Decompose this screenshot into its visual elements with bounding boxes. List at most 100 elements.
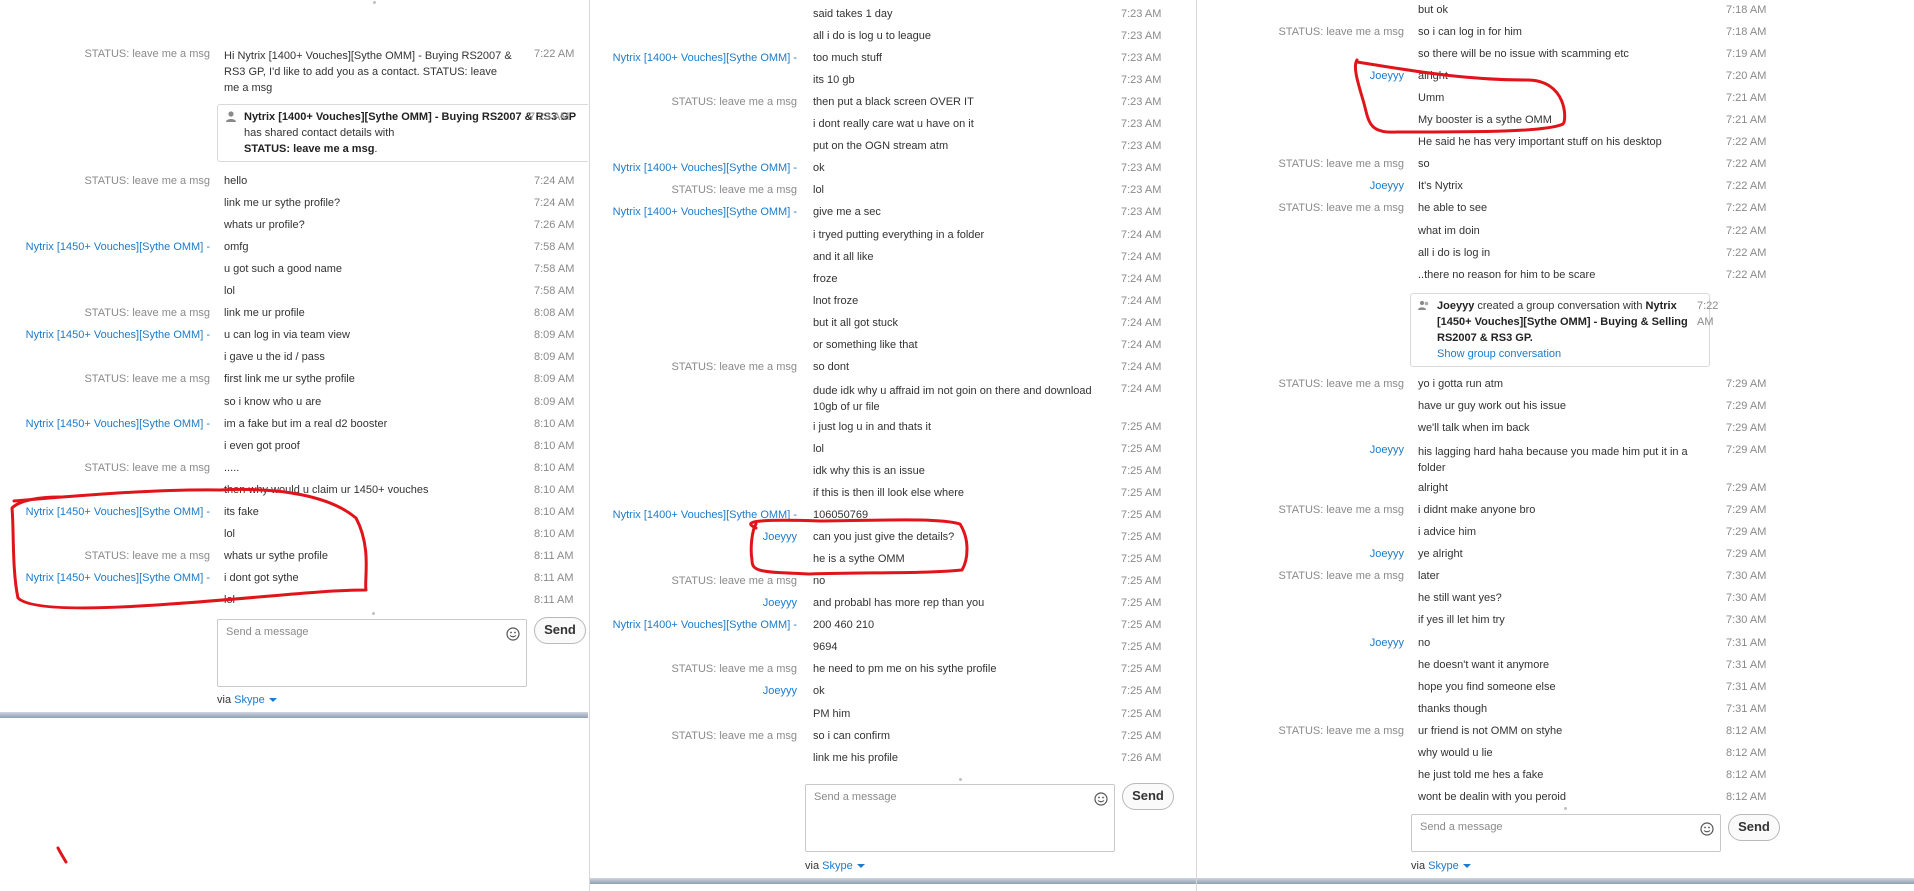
message-time: 7:22 AM [1726,158,1767,171]
message-text: so i know who u are [224,395,322,408]
message-row: PM him 7:25 AM [590,705,1196,725]
message-row: Joeyyy can you just give the details? 7:25… [590,528,1196,548]
via-skype[interactable]: via Skype [217,694,277,706]
message-row: if this is then ill look else where 7:25 … [590,484,1196,504]
message-time: 7:23 AM [1121,162,1162,175]
message-row: what im doin 7:22 AM [1197,222,1914,242]
message-row: Nytrix [1450+ Vouches][Sythe OMM] - im a … [0,415,588,435]
message-text: first link me ur sythe profile [224,373,355,386]
send-button[interactable]: Send [1122,783,1174,810]
message-time: 7:31 AM [1726,636,1767,649]
sender-name-link[interactable]: Joeyyy [1197,637,1404,649]
sender-name-link[interactable]: Nytrix [1450+ Vouches][Sythe OMM] - [0,241,210,253]
sender-name-link[interactable]: Joeyyy [1197,180,1404,192]
message-row: so there will be no issue with scamming … [1197,45,1914,65]
skype-link[interactable]: Skype [1428,860,1459,872]
emoticon-icon[interactable] [506,627,520,641]
message-input[interactable]: Send a message [805,784,1115,852]
sender-name: STATUS: leave me a msg [671,663,797,676]
sender-name-link[interactable]: Joeyyy [590,597,797,609]
emoticon-icon[interactable] [1700,822,1714,836]
message-text: have ur guy work out his issue [1418,400,1566,413]
sender-name-link[interactable]: Nytrix [1450+ Vouches][Sythe OMM] - [0,572,210,584]
message-row: STATUS: leave me a msg Hi Nytrix [1400+ V… [0,45,588,95]
message-row: if yes ill let him try 7:30 AM [1197,611,1914,631]
sender-name-link[interactable]: Nytrix [1400+ Vouches][Sythe OMM] - [590,52,797,64]
sender-name-link[interactable]: Nytrix [1400+ Vouches][Sythe OMM] - [590,162,797,174]
message-row: i dont really care wat u have on it 7:23 … [590,115,1196,135]
message-text: if yes ill let him try [1418,614,1505,627]
message-text: so dont [813,360,850,373]
sender-name-link[interactable]: Joeyyy [1197,548,1404,560]
message-time: 7:19 AM [1726,48,1767,61]
message-text: ..there no reason for him to be scare [1418,268,1596,281]
sender-name-link[interactable]: Nytrix [1450+ Vouches][Sythe OMM] - [0,418,210,430]
skype-link[interactable]: Skype [234,694,265,706]
message-input[interactable]: Send a message [217,619,527,687]
message-row: STATUS: leave me a msg link me ur profile… [0,304,588,324]
card-target-name: STATUS: leave me a msg [244,143,375,155]
sender-name-link[interactable]: Nytrix [1400+ Vouches][Sythe OMM] - [590,509,797,521]
send-button[interactable]: Send [1728,814,1780,841]
sender-name-link[interactable]: Joeyyy [1197,70,1404,82]
show-group-conversation-link[interactable]: Show group conversation [1437,348,1561,360]
message-row: Nytrix [1450+ Vouches][Sythe OMM] - its f… [0,503,588,523]
message-time: 7:23 AM [1121,30,1162,43]
via-skype[interactable]: via Skype [805,860,865,872]
message-time: 8:10 AM [534,483,575,496]
group-icon [1418,300,1429,310]
message-text: alright [1418,70,1448,83]
message-row: link me ur sythe profile? 7:24 AM [0,194,588,214]
message-row: i tryed putting everything in a folder 7:… [590,226,1196,246]
message-text: hello [224,175,248,187]
sender-name: STATUS: leave me a msg [671,729,797,742]
message-input[interactable]: Send a message [1411,814,1721,852]
message-text: omfg [224,241,249,254]
message-text: It's Nytrix [1418,180,1463,193]
message-row: Joeyyy and probabl has more rep than you 7… [590,594,1196,614]
message-row: alright 7:29 AM [1197,479,1914,499]
message-text: then why would u claim ur 1450+ vouches [224,483,429,496]
sender-name-link[interactable]: Nytrix [1450+ Vouches][Sythe OMM] - [0,329,210,341]
message-time: 8:12 AM [1726,790,1767,803]
message-time: 7:25 AM [1121,663,1162,676]
chevron-down-icon[interactable] [856,864,865,869]
emoticon-icon[interactable] [1094,792,1108,806]
message-time: 7:31 AM [1726,658,1767,671]
message-time: 8:11 AM [534,571,574,584]
message-text: u got such a good name [224,263,343,276]
card-time: 7:22 AM [1697,300,1719,328]
sender-name-link[interactable]: Joeyyy [590,685,797,697]
message-time: 7:30 AM [1726,614,1767,627]
sender-name: STATUS: leave me a msg [671,184,797,197]
message-time: 7:25 AM [1121,531,1162,544]
via-skype[interactable]: via Skype [1411,860,1471,872]
sender-name-link[interactable]: Joeyyy [1197,444,1404,456]
sender-name-link[interactable]: Nytrix [1450+ Vouches][Sythe OMM] - [0,506,210,518]
sender-name-link[interactable]: Nytrix [1400+ Vouches][Sythe OMM] - [590,206,797,218]
message-row: STATUS: leave me a msg then put a black s… [590,93,1196,113]
sender-name: STATUS: leave me a msg [671,575,797,588]
message-row: lol 8:10 AM [0,525,588,545]
message-text: ok [813,162,825,175]
send-button[interactable]: Send [534,617,586,644]
message-text: im a fake but im a real d2 booster [224,417,388,430]
message-placeholder: Send a message [1420,821,1503,833]
message-text: we'll talk when im back [1418,422,1530,435]
sender-name: STATUS: leave me a msg [84,549,210,562]
message-row: Nytrix [1400+ Vouches][Sythe OMM] - give … [590,203,1196,223]
chevron-down-icon[interactable] [268,698,277,703]
message-row: put on the OGN stream atm 7:23 AM [590,137,1196,157]
sender-name: STATUS: leave me a msg [84,307,210,320]
message-row: we'll talk when im back 7:29 AM [1197,419,1914,439]
message-time: 7:23 AM [1121,118,1162,131]
message-time: 7:24 AM [1121,228,1162,241]
message-text: then put a black screen OVER IT [813,96,974,109]
skype-link[interactable]: Skype [822,860,853,872]
sender-name-link[interactable]: Nytrix [1400+ Vouches][Sythe OMM] - [590,619,797,631]
message-text: My booster is a sythe OMM [1418,114,1552,127]
message-text: ..... [224,461,240,474]
message-text: all i do is log in [1418,246,1491,259]
sender-name-link[interactable]: Joeyyy [590,531,797,543]
chevron-down-icon[interactable] [1462,864,1471,869]
